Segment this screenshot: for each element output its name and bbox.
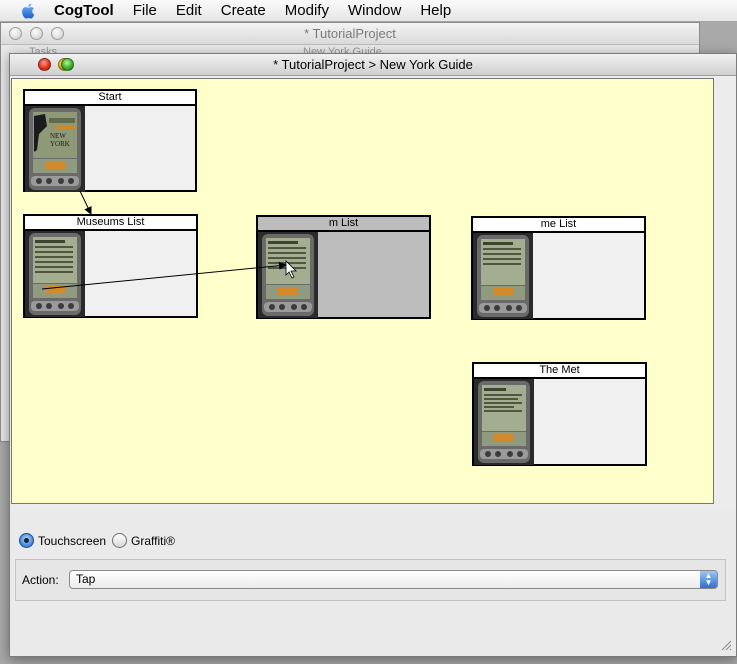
svg-text:YORK: YORK (50, 140, 70, 148)
background-titlebar[interactable]: * TutorialProject (1, 23, 699, 45)
svg-text:NEW: NEW (50, 132, 66, 140)
background-window-title: * TutorialProject (304, 26, 396, 41)
frame-the-met[interactable]: The Met (472, 362, 647, 466)
frame-m-list[interactable]: m List (256, 215, 431, 319)
frame-title: The Met (474, 364, 645, 379)
palm-device-thumbnail (474, 379, 534, 465)
palm-device-thumbnail: NEW YORK (25, 106, 85, 192)
menu-modify[interactable]: Modify (285, 2, 329, 19)
palm-device-thumbnail (258, 232, 318, 318)
transition-arrow-start-to-museums[interactable] (79, 190, 92, 215)
frame-title: me List (473, 218, 644, 233)
palm-device-thumbnail (473, 233, 533, 319)
menu-window[interactable]: Window (348, 2, 401, 19)
design-canvas[interactable]: Start NEW YORK Museums List m List me Li… (11, 78, 714, 504)
menu-help[interactable]: Help (420, 2, 451, 19)
touchscreen-radio[interactable] (19, 533, 34, 548)
frame-title: m List (258, 217, 429, 232)
select-stepper-icon: ▲ ▼ (700, 571, 717, 588)
palm-device-thumbnail (25, 231, 85, 317)
frame-museums-list[interactable]: Museums List (23, 214, 198, 318)
menu-edit[interactable]: Edit (176, 2, 202, 19)
window-title: * TutorialProject > New York Guide (273, 57, 473, 72)
action-group: Action: Tap ▲ ▼ (15, 559, 726, 601)
device-input-options: Touchscreen Graffiti® (19, 533, 181, 548)
design-window: * TutorialProject > New York Guide Start… (9, 53, 737, 657)
resize-grip-icon[interactable] (720, 639, 732, 651)
apple-menu-icon[interactable] (18, 2, 40, 20)
graffiti-radio[interactable] (112, 533, 128, 548)
graffiti-label[interactable]: Graffiti® (131, 534, 175, 548)
frame-me-list[interactable]: me List (471, 216, 646, 320)
action-label: Action: (22, 573, 59, 587)
frame-title: Start (25, 91, 195, 106)
action-select[interactable]: Tap ▲ ▼ (69, 570, 718, 589)
properties-panel: Touchscreen Graffiti® Action: Tap ▲ ▼ (10, 511, 736, 655)
menu-create[interactable]: Create (221, 2, 266, 19)
touchscreen-label[interactable]: Touchscreen (38, 534, 106, 548)
menu-file[interactable]: File (133, 2, 157, 19)
action-select-value: Tap (76, 572, 96, 586)
frame-start[interactable]: Start NEW YORK (23, 89, 197, 192)
menu-app-cogtool[interactable]: CogTool (54, 2, 114, 19)
menubar: CogTool File Edit Create Modify Window H… (0, 0, 737, 22)
frame-title: Museums List (25, 216, 196, 231)
window-titlebar[interactable]: * TutorialProject > New York Guide (10, 54, 736, 76)
